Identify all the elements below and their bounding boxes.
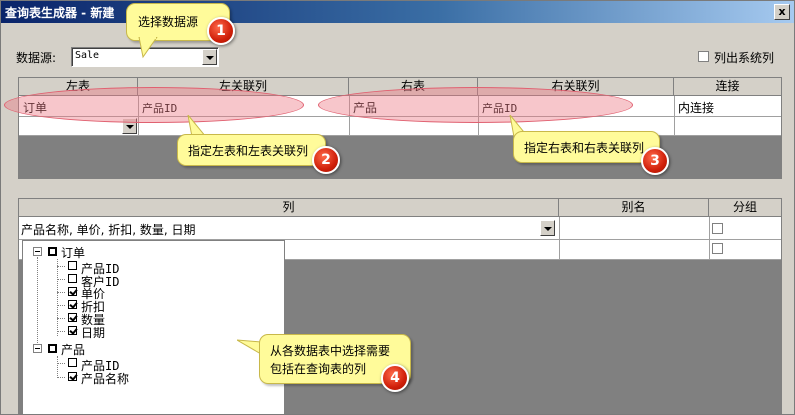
tree-column-checkbox[interactable]: [68, 358, 77, 367]
tree-connector: [57, 266, 65, 267]
tree-connector: [57, 377, 65, 378]
callout-text-line2: 包括在查询表的列: [270, 362, 367, 376]
row-divider: [19, 135, 781, 136]
title-bar: 查询表生成器 - 新建 x: [1, 1, 794, 23]
tree-connector: [37, 257, 38, 349]
callout-text: 指定右表和右表关联列: [524, 141, 645, 155]
tree-column-checkbox[interactable]: [68, 313, 77, 322]
tree-column-checkbox[interactable]: [68, 300, 77, 309]
tree-table-checkbox[interactable]: [48, 344, 57, 353]
columns-header-group[interactable]: 分组: [709, 199, 781, 217]
columns-header-column[interactable]: 列: [19, 199, 559, 217]
tree-column-label[interactable]: 产品名称: [81, 370, 129, 387]
tree-table-checkbox[interactable]: [48, 247, 57, 256]
group-checkbox[interactable]: [712, 223, 723, 234]
step-badge: 1: [207, 17, 235, 45]
tree-connector: [57, 292, 65, 293]
columns-header-alias[interactable]: 别名: [559, 199, 709, 217]
group-checkbox[interactable]: [712, 243, 723, 254]
collapse-icon[interactable]: [33, 247, 42, 256]
close-icon[interactable]: x: [778, 5, 785, 18]
show-system-columns-label: 列出系统列: [714, 51, 775, 65]
callout-pointer: [138, 37, 158, 59]
col-divider: [674, 96, 675, 136]
window-title: 查询表生成器 - 新建: [5, 6, 115, 20]
step-badge: 3: [641, 147, 669, 175]
tree-column-checkbox[interactable]: [68, 287, 77, 296]
callout-text-line1: 从各数据表中选择需要: [270, 344, 391, 358]
col-divider: [709, 217, 710, 259]
datasource-dropdown-button[interactable]: [202, 49, 217, 65]
selected-columns-combo[interactable]: 产品名称, 单价, 折扣, 数量, 日期: [19, 219, 557, 237]
column-tree[interactable]: 订单 产品ID 客户ID 单价 折扣 数量 日期 产品 产品ID 产品名称: [22, 240, 285, 414]
step-badge: 2: [312, 146, 340, 174]
tree-column-checkbox[interactable]: [68, 274, 77, 283]
tree-table-label[interactable]: 订单: [61, 244, 85, 261]
callout-right-join: 指定右表和右表关联列: [513, 131, 660, 163]
tree-table-label[interactable]: 产品: [61, 341, 85, 358]
left-join-highlight: [4, 87, 304, 123]
show-system-columns-checkbox[interactable]: [698, 51, 709, 62]
selected-columns-dropdown-button[interactable]: [540, 220, 555, 236]
callout-text: 选择数据源: [138, 15, 199, 29]
datasource-label: 数据源:: [16, 51, 57, 65]
step-badge: 4: [381, 364, 409, 392]
col-divider: [559, 217, 560, 259]
close-button[interactable]: x: [774, 4, 790, 20]
tree-connector: [57, 279, 65, 280]
tree-connector: [57, 305, 65, 306]
callout-left-join: 指定左表和左表关联列: [177, 134, 326, 166]
chevron-down-icon: [126, 125, 134, 129]
tree-column-checkbox[interactable]: [68, 372, 77, 381]
datasource-value: Sale: [75, 50, 100, 61]
tree-connector: [57, 356, 58, 378]
tree-connector: [57, 363, 65, 364]
chevron-down-icon: [544, 227, 552, 231]
right-join-highlight: [318, 87, 633, 123]
tree-connector: [57, 259, 58, 336]
tree-connector: [57, 331, 65, 332]
tree-column-label[interactable]: 日期: [81, 324, 105, 341]
join-header-join-type[interactable]: 连接: [674, 78, 781, 96]
tree-column-checkbox[interactable]: [68, 326, 77, 335]
tree-column-checkbox[interactable]: [68, 261, 77, 270]
collapse-icon[interactable]: [33, 344, 42, 353]
chevron-down-icon: [206, 56, 214, 60]
join-cell-join-type[interactable]: 内连接: [678, 99, 714, 116]
tree-connector: [57, 318, 65, 319]
callout-text: 指定左表和左表关联列: [188, 144, 309, 158]
query-builder-window: 查询表生成器 - 新建 x 数据源: Sale 列出系统列 左表 左关联列 右表…: [0, 0, 795, 415]
selected-columns-value: 产品名称, 单价, 折扣, 数量, 日期: [21, 223, 196, 237]
